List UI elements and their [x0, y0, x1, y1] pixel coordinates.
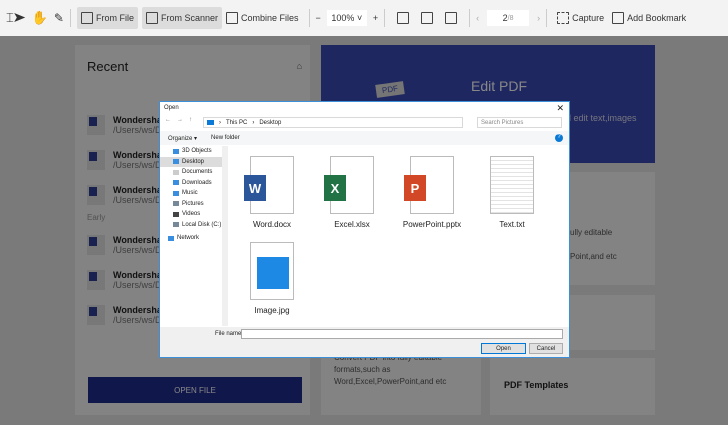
capture-button[interactable]: Capture — [553, 7, 608, 29]
file-image[interactable]: Image.jpg — [232, 242, 312, 315]
nav-label: Music — [182, 190, 198, 197]
filename-label: File name: — [215, 331, 244, 337]
open-dialog: Open ✕ ← → ↑ › This PC › Desktop Search Pictu… — [159, 101, 570, 358]
nav-label: Downloads — [182, 179, 212, 186]
nav-scrollbar[interactable] — [222, 146, 228, 326]
open-label: Open — [496, 345, 511, 352]
search-placeholder: Search Pictures — [481, 119, 524, 126]
nav-local-disk[interactable]: Local Disk (C:) — [160, 220, 227, 231]
nav-documents[interactable]: Documents — [160, 167, 227, 178]
excel-logo: X — [324, 175, 346, 201]
excel-file-icon: X — [324, 156, 374, 214]
combine-label: Combine Files — [241, 13, 299, 23]
close-icon[interactable]: ✕ — [556, 103, 564, 114]
fit-width-icon[interactable] — [397, 12, 410, 24]
from-scanner-button[interactable]: From Scanner — [141, 7, 223, 29]
file-powerpoint[interactable]: P PowerPoint.pptx — [392, 156, 472, 229]
file-text[interactable]: Text.txt — [472, 156, 552, 229]
text-file-icon — [490, 156, 534, 214]
nav-3d-objects[interactable]: 3D Objects — [160, 146, 227, 157]
nav-label: 3D Objects — [182, 148, 212, 155]
cancel-button[interactable]: Cancel — [529, 343, 563, 354]
nav-videos[interactable]: Videos — [160, 209, 227, 220]
nav-downloads[interactable]: Downloads — [160, 178, 227, 189]
zoom-value: 100% — [331, 13, 355, 23]
zoom-out-button[interactable]: − — [316, 13, 321, 23]
powerpoint-logo: P — [404, 175, 426, 201]
hand-tool-icon[interactable]: ✋ — [32, 10, 48, 26]
capture-label: Capture — [572, 13, 605, 23]
file-name: Image.jpg — [254, 306, 290, 315]
prev-page-button[interactable]: ‹ — [476, 13, 479, 23]
nav-label: Network — [177, 235, 200, 242]
dialog-footer: File name: Open Cancel — [160, 327, 569, 357]
fit-page-icon[interactable] — [421, 12, 434, 24]
select-tool-icon[interactable]: ⌶➤ — [6, 10, 26, 26]
image-file-icon — [250, 242, 294, 300]
breadcrumb-this-pc[interactable]: This PC — [226, 120, 247, 126]
zoom-in-button[interactable]: + — [373, 13, 378, 23]
back-icon[interactable]: ← — [165, 117, 171, 123]
capture-icon — [557, 12, 570, 24]
nav-label: Documents — [182, 169, 213, 176]
from-file-button[interactable]: From File — [76, 7, 138, 29]
search-input[interactable]: Search Pictures — [477, 117, 562, 128]
scanner-icon — [145, 12, 158, 24]
nav-network[interactable]: Network — [160, 233, 227, 244]
bookmark-icon — [612, 12, 625, 24]
add-bookmark-button[interactable]: Add Bookmark — [608, 7, 690, 29]
new-folder-button[interactable]: New folder — [211, 135, 240, 141]
file-name: Excel.xlsx — [334, 220, 370, 229]
nav-label: Pictures — [182, 200, 204, 207]
next-page-button[interactable]: › — [537, 13, 540, 23]
from-scanner-label: From Scanner — [160, 13, 219, 23]
nav-arrows: ← → ↑ — [165, 117, 192, 123]
word-logo: W — [244, 175, 266, 201]
image-logo — [257, 257, 289, 289]
address-bar[interactable]: › This PC › Desktop — [203, 117, 463, 128]
zoom-select[interactable]: 100% ˅ — [326, 10, 367, 26]
breadcrumb-desktop[interactable]: Desktop — [259, 120, 281, 126]
nav-music[interactable]: Music — [160, 188, 227, 199]
page-input[interactable]: 2/8 — [487, 10, 530, 26]
file-grid: W Word.docx X Excel.xlsx P PowerPoint.pptx … — [232, 150, 567, 330]
toolbar: ⌶➤ ✋ ✎ From File From Scanner Combine Fi… — [0, 0, 728, 36]
help-icon[interactable]: ? — [555, 134, 563, 142]
file-name: Text.txt — [499, 220, 525, 229]
pc-icon — [207, 120, 214, 125]
combine-icon — [226, 12, 239, 24]
cancel-label: Cancel — [536, 345, 556, 352]
file-name: PowerPoint.pptx — [402, 220, 462, 229]
dialog-title: Open — [164, 105, 179, 111]
nav-label: Desktop — [182, 158, 205, 165]
nav-label: Videos — [182, 211, 201, 218]
command-bar: Organize ▾ New folder ? — [160, 131, 569, 145]
organize-button[interactable]: Organize ▾ — [168, 135, 197, 142]
forward-icon[interactable]: → — [177, 117, 183, 123]
folder-icon — [80, 12, 93, 24]
powerpoint-file-icon: P — [404, 156, 454, 214]
open-button[interactable]: Open — [481, 343, 526, 354]
filename-input[interactable] — [241, 329, 563, 339]
nav-pane: 3D Objects Desktop Documents Downloads M… — [160, 146, 228, 326]
file-excel[interactable]: X Excel.xlsx — [312, 156, 392, 229]
file-name: Word.docx — [252, 220, 292, 229]
nav-label: Local Disk (C:) — [182, 221, 222, 228]
file-word[interactable]: W Word.docx — [232, 156, 312, 229]
nav-pictures[interactable]: Pictures — [160, 199, 227, 210]
from-file-label: From File — [95, 13, 134, 23]
edit-tool-icon[interactable]: ✎ — [54, 11, 64, 25]
nav-desktop[interactable]: Desktop — [160, 156, 227, 167]
up-icon[interactable]: ↑ — [189, 117, 192, 123]
bookmark-label: Add Bookmark — [627, 13, 687, 23]
page-total: /8 — [507, 14, 514, 22]
rotate-icon[interactable] — [445, 12, 458, 24]
combine-files-button[interactable]: Combine Files — [222, 7, 303, 29]
word-file-icon: W — [244, 156, 294, 214]
